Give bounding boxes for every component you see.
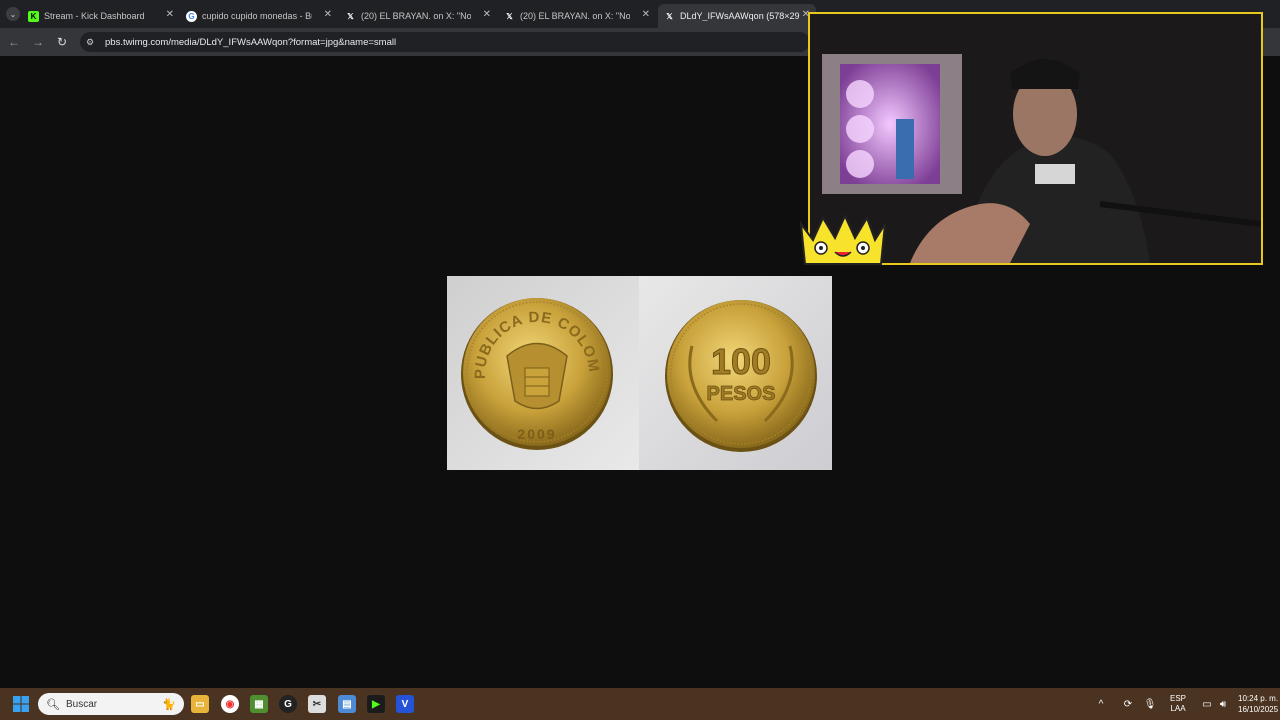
- file-explorer-icon[interactable]: ▭: [191, 695, 209, 713]
- microphone-icon[interactable]: 🎙︎: [1140, 699, 1160, 710]
- back-button[interactable]: ←: [5, 33, 23, 51]
- lang-top: ESP: [1170, 694, 1187, 703]
- minecraft-icon[interactable]: ▦: [250, 695, 268, 713]
- close-tab-icon[interactable]: ✕: [483, 9, 491, 20]
- chevron-up-icon[interactable]: ^: [1094, 699, 1108, 710]
- language-indicator[interactable]: ESP LAA: [1170, 694, 1186, 714]
- tab-title: (20) EL BRAYAN. on X: "Nosotro: [361, 11, 471, 21]
- tab-title: cupido cupido monedas - Busc: [202, 11, 312, 21]
- system-tray: ^ ⟳ 🎙︎ ESP LAA ▭ 🔊︎ 10:24 p. m. 16/10/20…: [1094, 688, 1278, 720]
- close-tab-icon[interactable]: ✕: [324, 9, 332, 20]
- crown-mascot: [799, 214, 886, 265]
- coin-year: 2009: [517, 426, 556, 442]
- x-icon: 𝕏: [506, 11, 513, 21]
- taskbar-search[interactable]: 🔍︎ Buscar 🐈: [38, 693, 184, 715]
- tab-title: Stream - Kick Dashboard: [44, 11, 145, 21]
- kick-icon: K: [28, 10, 39, 22]
- windows-start-icon[interactable]: [12, 695, 30, 713]
- coin-photo: REPUBLICA DE COLOMBIA 2009 100 PESOS: [447, 276, 832, 470]
- tab-image-active[interactable]: 𝕏 DLdY_IFWsAAWqon (578×291) ✕: [658, 4, 816, 28]
- x-icon: 𝕏: [347, 11, 354, 21]
- close-tab-icon[interactable]: ✕: [166, 9, 174, 20]
- coin-value: 100: [711, 341, 771, 382]
- volume-icon[interactable]: 🔊︎: [1216, 699, 1230, 710]
- calculator-icon[interactable]: ▤: [338, 695, 356, 713]
- tab-title: DLdY_IFWsAAWqon (578×291): [680, 11, 800, 21]
- clock-time: 10:24 p. m.: [1238, 694, 1279, 703]
- sync-icon[interactable]: ⟳: [1116, 699, 1140, 710]
- clock[interactable]: 10:24 p. m. 16/10/2025: [1238, 693, 1278, 715]
- coin-unit: PESOS: [707, 383, 776, 405]
- search-highlight-icon: 🐈: [162, 698, 176, 711]
- site-info-icon[interactable]: ⚙: [86, 37, 100, 48]
- snipping-tool-icon[interactable]: ✂: [308, 695, 326, 713]
- x-icon: 𝕏: [666, 11, 673, 21]
- kick-studio-icon[interactable]: ▶: [367, 695, 385, 713]
- chrome-icon[interactable]: ◉: [221, 695, 239, 713]
- search-icon: 🔍︎: [46, 698, 60, 711]
- tab-google-search[interactable]: G cupido cupido monedas - Busc ✕: [186, 4, 338, 28]
- close-tab-icon[interactable]: ✕: [642, 9, 650, 20]
- coin-reverse: 100 PESOS: [665, 300, 817, 452]
- tab-title: (20) EL BRAYAN. on X: "Nosotro: [520, 11, 630, 21]
- reload-button[interactable]: ↻: [53, 33, 71, 51]
- network-icon[interactable]: ▭: [1198, 699, 1216, 710]
- taskbar: 🔍︎ Buscar 🐈 ▭ ◉ ▦ G ✂ ▤ ▶ V ^ ⟳ 🎙︎ ESP L…: [0, 688, 1280, 720]
- g-hub-icon[interactable]: G: [279, 695, 297, 713]
- address-bar[interactable]: ⚙ pbs.twimg.com/media/DLdY_IFWsAAWqon?fo…: [80, 32, 810, 52]
- v-app-icon[interactable]: V: [396, 695, 414, 713]
- tab-search-button[interactable]: ⌄: [6, 7, 20, 21]
- lang-bottom: LAA: [1170, 704, 1186, 713]
- clock-date: 16/10/2025: [1238, 705, 1279, 714]
- forward-button[interactable]: →: [29, 33, 47, 51]
- tab-x-post-2[interactable]: 𝕏 (20) EL BRAYAN. on X: "Nosotro ✕: [504, 4, 656, 28]
- google-icon: G: [186, 10, 197, 22]
- search-placeholder: Buscar: [65, 698, 98, 710]
- coin-photo-svg: REPUBLICA DE COLOMBIA 2009 100 PESOS: [447, 276, 832, 470]
- url-text: pbs.twimg.com/media/DLdY_IFWsAAWqon?form…: [105, 36, 397, 48]
- tab-kick-dashboard[interactable]: K Stream - Kick Dashboard ✕: [28, 4, 180, 28]
- tab-x-post-1[interactable]: 𝕏 (20) EL BRAYAN. on X: "Nosotro ✕: [345, 4, 497, 28]
